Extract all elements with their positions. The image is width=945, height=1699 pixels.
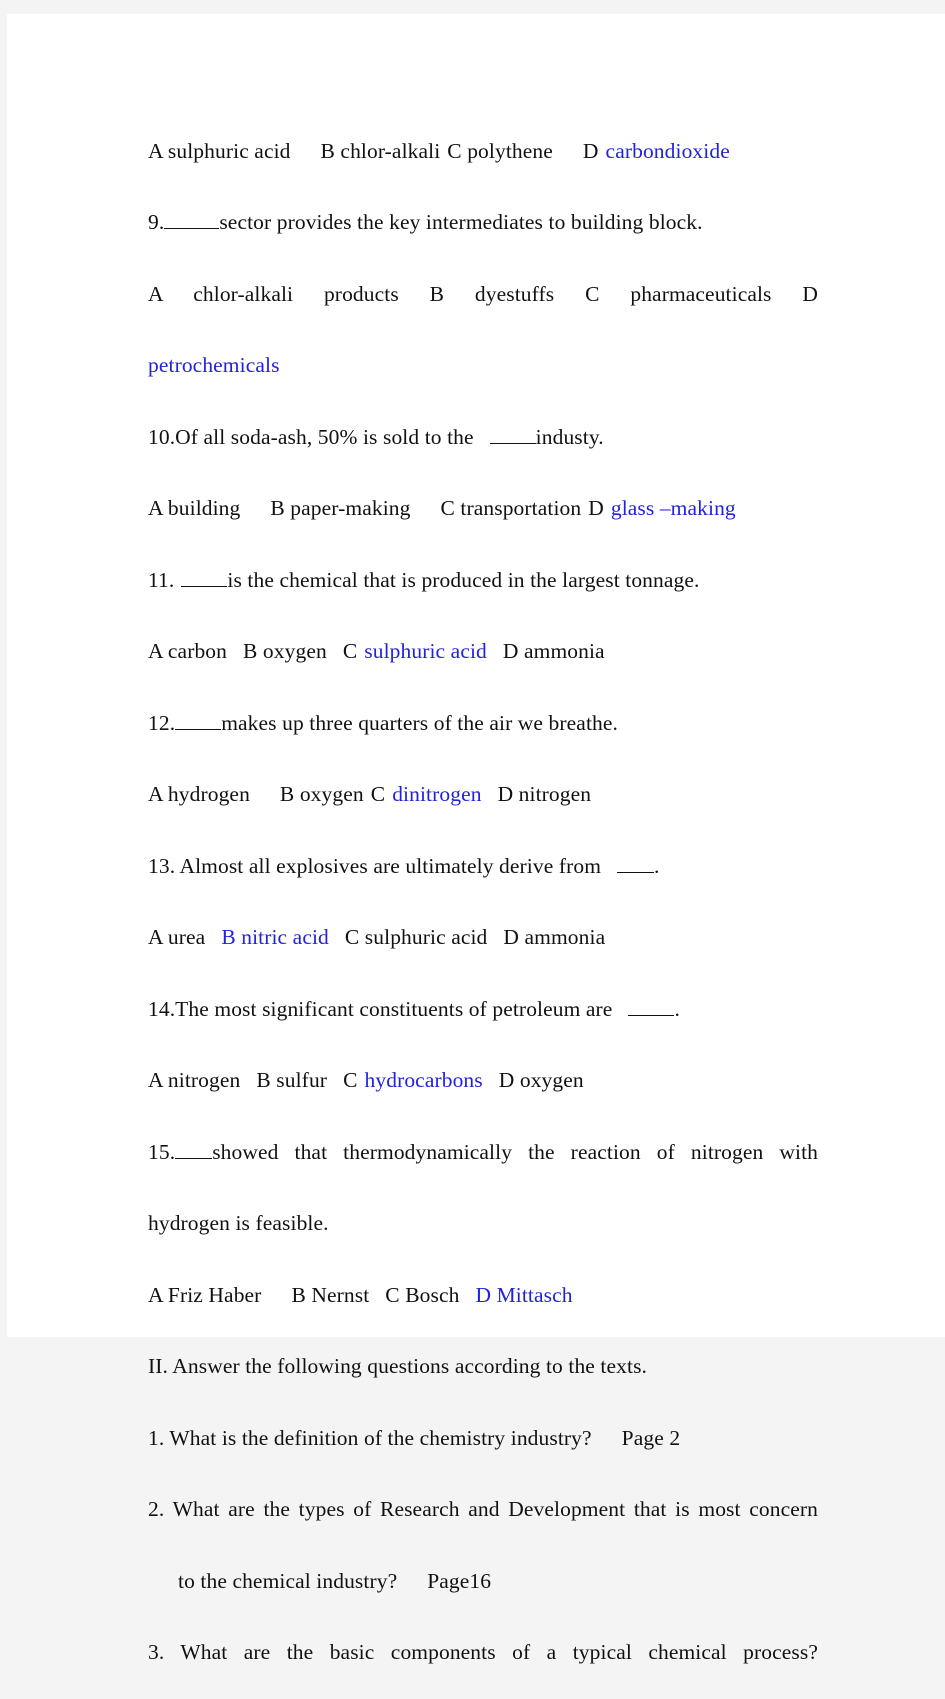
question-13-options: A urea B nitric acid C sulphuric acid D amm…: [148, 912, 818, 962]
q11-option-c-letter: C: [342, 639, 358, 663]
question-9-stem: 9. sector provides the key intermediates …: [148, 197, 818, 247]
q11-option-d: D ammonia: [502, 639, 605, 663]
q9-number: 9.: [148, 210, 165, 234]
q12-stem-text: makes up three quarters of the air we br…: [221, 710, 618, 735]
section-2-question-3: 3. What are the basic components of a ty…: [148, 1627, 818, 1677]
question-12-stem: 12. makes up three quarters of the air we…: [148, 698, 818, 748]
q10-option-d-answer: glass –making: [610, 496, 736, 520]
q13-option-c: C sulphuric acid: [344, 925, 488, 949]
q12-option-c-letter: C: [370, 782, 386, 806]
question-14-stem: 14.The most significant constituents of …: [148, 984, 818, 1034]
q13-stem-after: .: [654, 853, 660, 878]
s2q2-text-line1: 2. What are the types of Research and De…: [148, 1497, 818, 1521]
question-14-options: A nitrogen B sulfur Chydrocarbons D oxygen: [148, 1055, 818, 1105]
section-2-heading: II. Answer the following questions accor…: [148, 1354, 648, 1378]
q15-option-d-answer: D Mittasch: [475, 1282, 573, 1307]
section-2-question-2: 2. What are the types of Research and De…: [148, 1484, 818, 1534]
q15-option-c: C Bosch: [385, 1282, 460, 1307]
question-15-stem: 15. showed that thermodynamically the rea…: [148, 1127, 818, 1177]
q15-answer-blank: [175, 1157, 213, 1159]
q12-number: 12.: [148, 710, 176, 735]
section-2-question-1: 1. What is the definition of the chemist…: [148, 1413, 818, 1463]
question-8-options: A sulphuric acid B chlor-alkali C polythen…: [148, 126, 818, 176]
question-11-options: A carbon B oxygen Csulphuric acid D ammonia: [148, 626, 818, 676]
q14-option-a: A nitrogen: [148, 1068, 241, 1092]
q11-answer-blank: [181, 585, 228, 587]
question-15-stem-line2: hydrogen is feasible.: [148, 1198, 818, 1248]
q9-option-d-answer: petrochemicals: [148, 353, 280, 377]
q10-option-c: C transportation: [440, 496, 582, 520]
q12-option-b: B oxygen: [279, 782, 364, 806]
question-9-options: A chlor-alkali products B dyestuffs C ph…: [148, 269, 818, 319]
question-15-options: A Friz Haber B Nernst C Bosch D Mittasch: [148, 1270, 818, 1320]
q10-answer-blank: [489, 442, 536, 444]
q13-stem-before: 13. Almost all explosives are ultimately…: [148, 853, 602, 878]
q12-option-a: A hydrogen: [148, 782, 250, 806]
q14-stem-before: 14.The most significant constituents of …: [148, 996, 613, 1021]
q13-option-a: A urea: [148, 925, 206, 949]
q9-option-d-letter: D: [802, 281, 818, 306]
q12-option-c-answer: dinitrogen: [392, 782, 482, 806]
q9-option-a: A chlor-alkali products: [148, 281, 399, 306]
q14-option-c-letter: C: [343, 1068, 358, 1092]
question-10-stem: 10.Of all soda-ash, 50% is sold to the in…: [148, 412, 818, 462]
q13-option-b-answer: B nitric acid: [221, 925, 329, 949]
q12-answer-blank: [175, 728, 222, 730]
q14-answer-blank: [628, 1014, 675, 1016]
s2q2-text-line2: to the chemical industry?: [178, 1568, 398, 1593]
q10-option-b: B paper-making: [270, 496, 411, 520]
q11-number: 11.: [148, 567, 175, 592]
q10-stem-after: industy.: [535, 424, 604, 449]
q14-option-d: D oxygen: [498, 1068, 584, 1092]
q12-option-d: D nitrogen: [497, 782, 592, 806]
s2q1-page-ref: Page 2: [621, 1425, 681, 1450]
q9-stem-text: sector provides the key intermediates to…: [219, 210, 703, 234]
q9-answer-blank: [164, 228, 220, 229]
q13-answer-blank: [617, 871, 655, 873]
q14-option-b: B sulfur: [256, 1068, 328, 1092]
q15-stem-continuation: hydrogen is feasible.: [148, 1211, 329, 1235]
question-12-options: A hydrogen B oxygen Cdinitrogen D nitrogen: [148, 769, 818, 819]
q14-option-c-answer: hydrocarbons: [364, 1068, 483, 1092]
s2q2-page-ref: Page16: [427, 1568, 492, 1593]
question-10-options: A building B paper-making C transportation…: [148, 483, 818, 533]
q14-stem-after: .: [674, 996, 680, 1021]
q13-option-d: D ammonia: [503, 925, 606, 949]
question-11-stem: 11. is the chemical that is produced in t…: [148, 555, 818, 605]
q15-number: 15.: [148, 1139, 176, 1164]
q8-option-d-letter: D: [582, 138, 599, 163]
q8-option-c: C polythene: [447, 138, 553, 163]
q10-stem-before: 10.Of all soda-ash, 50% is sold to the: [148, 424, 474, 449]
question-9-option-d-answer-line: petrochemicals: [148, 340, 818, 390]
q15-option-a: A Friz Haber: [148, 1282, 262, 1307]
document-page: A sulphuric acid B chlor-alkali C polythen…: [7, 14, 945, 1664]
s2q1-text: 1. What is the definition of the chemist…: [148, 1425, 592, 1450]
q11-stem-text: is the chemical that is produced in the …: [227, 567, 700, 592]
question-13-stem: 13. Almost all explosives are ultimately…: [148, 841, 818, 891]
q15-option-b: B Nernst: [291, 1282, 370, 1307]
q8-option-a: A sulphuric acid: [148, 138, 291, 163]
q9-option-c: C pharmaceuticals: [585, 281, 772, 306]
q9-option-b: B dyestuffs: [429, 281, 555, 306]
q11-option-c-answer: sulphuric acid: [364, 639, 487, 663]
q15-stem-text: showed that thermodynamically the reacti…: [212, 1139, 818, 1164]
section-2-question-2-continuation: to the chemical industry? Page16: [148, 1556, 818, 1606]
s2q3-text: 3. What are the basic components of a ty…: [148, 1640, 818, 1664]
q8-option-b: B chlor-alkali: [320, 138, 441, 163]
q10-option-d-letter: D: [588, 496, 604, 520]
q8-option-d-answer: carbondioxide: [605, 138, 730, 163]
q11-option-b: B oxygen: [243, 639, 327, 663]
q10-option-a: A building: [148, 496, 241, 520]
document-body: A sulphuric acid B chlor-alkali C polythen…: [148, 104, 818, 1699]
q11-option-a: A carbon: [148, 639, 228, 663]
